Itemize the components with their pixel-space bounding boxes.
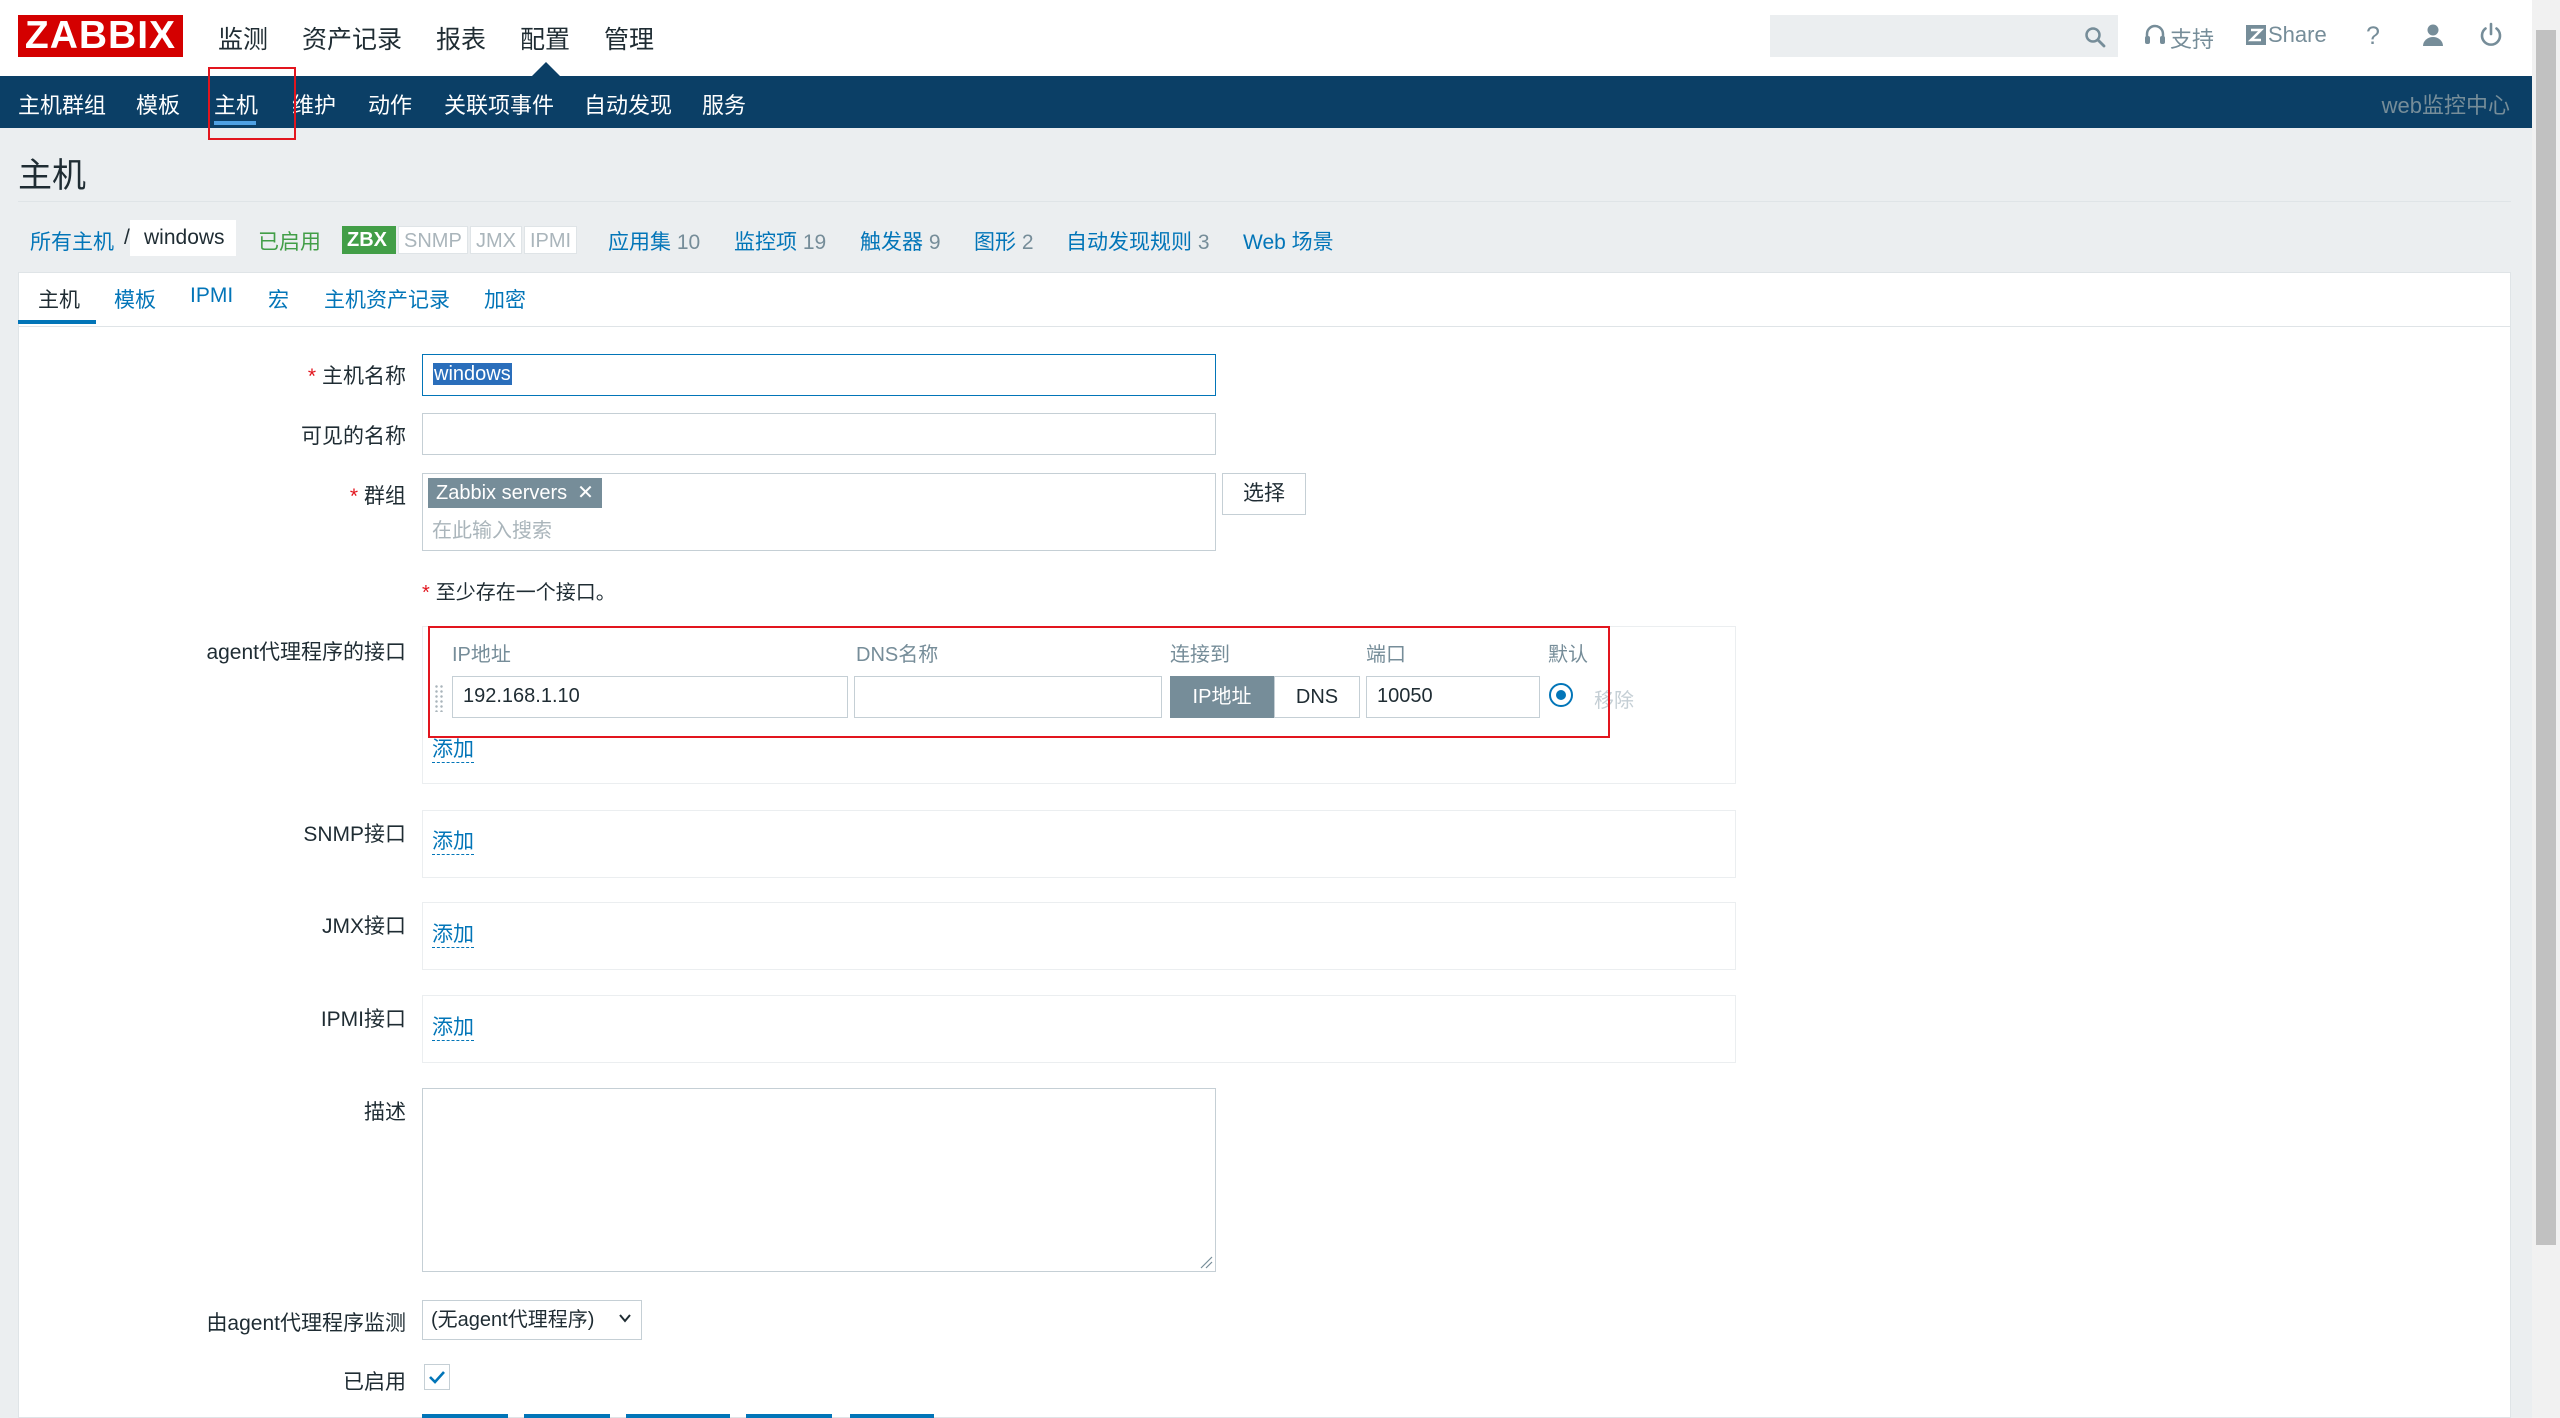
select-groups-button[interactable]: 选择 (1222, 473, 1306, 515)
availability-zbx-badge: ZBX (342, 226, 396, 254)
subnav-host-groups[interactable]: 主机群组 (18, 88, 106, 120)
zabbix-logo[interactable]: ZABBIX (18, 15, 183, 57)
search-input[interactable] (1770, 15, 2118, 57)
title-divider (18, 201, 2511, 202)
top-bar: ZABBIX 监测 资产记录 报表 配置 管理 支持 Share ? (0, 0, 2532, 76)
enabled-checkbox[interactable] (424, 1364, 450, 1390)
breadcrumb-applications[interactable]: 应用集 10 (608, 226, 700, 256)
host-name-input[interactable]: windows (422, 354, 1216, 396)
search-icon[interactable] (2083, 25, 2107, 49)
active-nav-arrow (532, 62, 560, 76)
breadcrumb-triggers[interactable]: 触发器 9 (860, 226, 941, 256)
checkmark-icon (429, 1371, 445, 1384)
interface-notice: * 至少存在一个接口。 (422, 582, 616, 604)
active-tab-underline (18, 320, 96, 324)
jmx-interface-block (422, 902, 1736, 970)
tab-ipmi[interactable]: IPMI (190, 284, 233, 308)
delete-button[interactable] (746, 1414, 832, 1418)
tab-templates[interactable]: 模板 (114, 284, 156, 314)
nav-reports[interactable]: 报表 (436, 20, 486, 56)
nav-inventory[interactable]: 资产记录 (302, 20, 402, 56)
nav-administration[interactable]: 管理 (604, 20, 654, 56)
add-ipmi-interface-link[interactable]: 添加 (432, 1016, 474, 1041)
proxy-selected-value: (无agent代理程序) (431, 1309, 595, 1331)
enabled-label: 已启用 (343, 1371, 406, 1394)
chevron-down-icon (619, 1314, 631, 1323)
tab-macros[interactable]: 宏 (268, 284, 289, 314)
availability-ipmi-badge: IPMI (524, 226, 578, 254)
subnav-event-correlation[interactable]: 关联项事件 (444, 88, 554, 120)
proxy-select[interactable]: (无agent代理程序) (422, 1300, 642, 1340)
ipmi-interface-block (422, 995, 1736, 1063)
tab-inventory[interactable]: 主机资产记录 (324, 284, 450, 314)
group-chip-zabbix-servers: Zabbix servers ✕ (428, 478, 602, 508)
breadcrumb-discovery-rules[interactable]: 自动发现规则 3 (1066, 226, 1210, 256)
headset-icon[interactable] (2142, 22, 2168, 48)
availability-jmx-badge: JMX (470, 226, 522, 254)
host-name-label: * 主机名称 (307, 365, 406, 388)
breadcrumb-current-host: windows (144, 226, 225, 249)
page-title: 主机 (18, 157, 86, 195)
visible-name-label: 可见的名称 (301, 425, 406, 448)
server-name: web监控中心 (2381, 93, 2510, 118)
nav-configuration[interactable]: 配置 (520, 20, 570, 56)
cancel-button[interactable] (850, 1414, 934, 1418)
resize-grip-icon[interactable] (1199, 1255, 1213, 1269)
visible-name-input[interactable] (422, 413, 1216, 455)
highlight-box-hosts (208, 67, 296, 140)
host-status-enabled[interactable]: 已启用 (258, 226, 321, 256)
subnav-discovery[interactable]: 自动发现 (584, 88, 672, 120)
jmx-interfaces-label: JMX接口 (322, 915, 406, 938)
availability-snmp-badge: SNMP (398, 226, 468, 254)
highlight-box-interface (428, 626, 1610, 738)
tab-host[interactable]: 主机 (38, 284, 80, 314)
breadcrumb-web-scenarios[interactable]: Web 场景 (1243, 226, 1334, 256)
add-snmp-interface-link[interactable]: 添加 (432, 830, 474, 855)
subnav-services[interactable]: 服务 (702, 88, 746, 120)
groups-search-placeholder[interactable]: 在此输入搜索 (432, 514, 552, 543)
ipmi-interfaces-label: IPMI接口 (320, 1008, 406, 1031)
subnav-actions[interactable]: 动作 (368, 88, 412, 120)
update-button[interactable] (422, 1414, 508, 1418)
scrollbar-thumb[interactable] (2536, 30, 2556, 1245)
zabbix-share-icon[interactable] (2244, 22, 2270, 48)
support-link[interactable]: 支持 (2170, 22, 2214, 54)
breadcrumb-all-hosts[interactable]: 所有主机 (30, 226, 114, 256)
remove-chip-icon[interactable]: ✕ (577, 482, 594, 504)
share-link[interactable]: Share (2268, 22, 2327, 48)
add-agent-interface-link[interactable]: 添加 (432, 738, 474, 763)
clone-button[interactable] (524, 1414, 610, 1418)
agent-interfaces-label: agent代理程序的接口 (206, 641, 406, 664)
proxy-label: 由agent代理程序监测 (206, 1312, 406, 1335)
user-profile-icon[interactable] (2420, 22, 2446, 48)
sub-nav: 主机群组 模板 主机 维护 动作 关联项事件 自动发现 服务 web监控中心 (0, 76, 2532, 128)
breadcrumb-items[interactable]: 监控项 19 (734, 226, 826, 256)
snmp-interface-block (422, 810, 1736, 878)
logout-power-icon[interactable] (2478, 22, 2504, 48)
breadcrumb-graphs[interactable]: 图形 2 (974, 226, 1034, 256)
subnav-templates[interactable]: 模板 (136, 88, 180, 120)
tabs-divider (18, 326, 2511, 327)
add-jmx-interface-link[interactable]: 添加 (432, 923, 474, 948)
nav-monitoring[interactable]: 监测 (218, 20, 268, 56)
groups-label: * 群组 (349, 485, 406, 508)
description-label: 描述 (364, 1101, 406, 1124)
subnav-maintenance[interactable]: 维护 (292, 88, 336, 120)
help-icon[interactable]: ? (2366, 22, 2380, 51)
snmp-interfaces-label: SNMP接口 (303, 823, 406, 846)
tab-encryption[interactable]: 加密 (484, 284, 526, 314)
full-clone-button[interactable] (626, 1414, 730, 1418)
breadcrumb-separator: / (124, 226, 130, 249)
description-textarea[interactable] (422, 1088, 1216, 1272)
